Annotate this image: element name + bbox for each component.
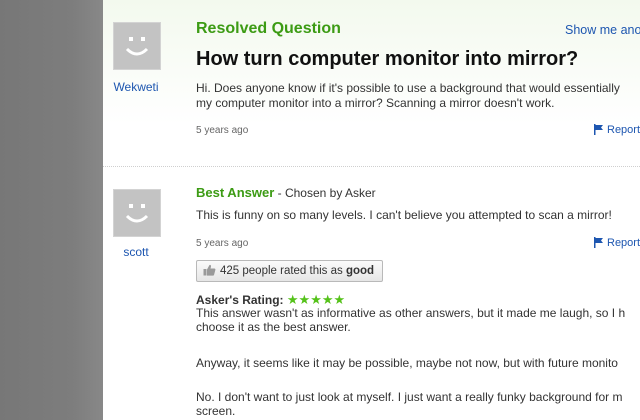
five-star-rating-icon: ★★★★★ xyxy=(286,292,346,307)
flag-icon xyxy=(594,124,603,135)
asker-comment-paragraph: Anyway, it seems like it may be possible… xyxy=(196,356,618,370)
asker-comment-paragraph: This answer wasn't as informative as oth… xyxy=(196,306,626,334)
thumbs-up-icon xyxy=(203,264,216,276)
rating-word: good xyxy=(345,265,375,277)
resolved-question-heading: Resolved Question xyxy=(196,20,341,37)
question-title: How turn computer monitor into mirror? xyxy=(196,48,579,70)
report-answer-label: Report xyxy=(607,237,640,249)
answerer-avatar[interactable] xyxy=(113,189,161,237)
rating-count: 425 xyxy=(220,265,240,277)
answers-page: Wekweti Resolved Question Show me ano Ho… xyxy=(103,0,640,420)
askers-rating-label: Asker's Rating: xyxy=(196,293,284,307)
asker-avatar[interactable] xyxy=(113,22,161,70)
section-divider xyxy=(103,166,640,167)
show-me-another-link[interactable]: Show me ano xyxy=(565,23,640,37)
report-question-label: Report xyxy=(607,124,640,136)
question-timestamp: 5 years ago xyxy=(196,125,249,136)
answer-timestamp: 5 years ago xyxy=(196,238,249,249)
best-answer-label: Best Answer xyxy=(196,185,275,200)
asker-comment-paragraph: No. I don't want to just look at myself.… xyxy=(196,390,623,418)
rate-good-button[interactable]: 425 people rated this as good xyxy=(196,260,384,282)
default-avatar-smiley-icon xyxy=(114,190,160,236)
report-answer-link[interactable]: Report xyxy=(594,237,640,249)
report-question-link[interactable]: Report xyxy=(594,124,640,136)
asker-username-link[interactable]: Wekweti xyxy=(103,80,171,94)
chosen-by-asker-text: - Chosen by Asker xyxy=(274,186,376,200)
answerer-username-link[interactable]: scott xyxy=(103,245,171,259)
left-gray-margin xyxy=(0,0,103,420)
default-avatar-smiley-icon xyxy=(114,23,160,69)
best-answer-heading: Best Answer - Chosen by Asker xyxy=(196,185,376,200)
question-body: Hi. Does anyone know if it's possible to… xyxy=(196,81,620,110)
best-answer-text: This is funny on so many levels. I can't… xyxy=(196,208,612,222)
rating-text: people rated this as xyxy=(239,265,346,277)
flag-icon xyxy=(594,237,603,248)
